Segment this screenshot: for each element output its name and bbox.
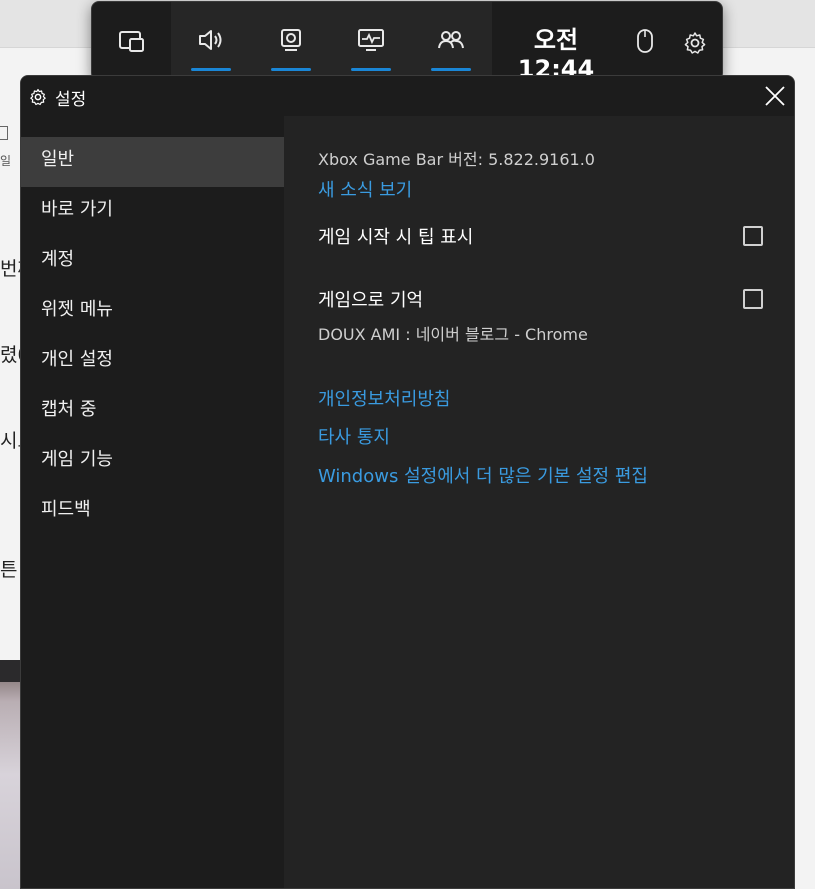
- third-party-notices-link[interactable]: 타사 통지: [318, 423, 390, 449]
- background-text-fragment: 시모: [0, 430, 20, 452]
- remember-game-label: 게임으로 기억: [318, 290, 424, 311]
- current-app-name: DOUX AMI: [318, 325, 401, 344]
- widget-menu-icon: [119, 31, 144, 52]
- close-icon: [765, 86, 785, 106]
- version-product: Xbox Game Bar: [318, 150, 444, 169]
- sidebar-item-shortcuts[interactable]: 바로 가기: [21, 187, 284, 237]
- audio-icon: [199, 30, 222, 50]
- close-button[interactable]: [761, 82, 789, 110]
- privacy-policy-link[interactable]: 개인정보처리방침: [318, 385, 450, 411]
- show-tips-label: 게임 시작 시 팁 표시: [318, 227, 474, 248]
- version-info: Xbox Game Bar 버전: 5.822.9161.0: [318, 146, 595, 170]
- mouse-icon: [637, 29, 653, 53]
- capture-icon: [281, 29, 301, 51]
- current-app-title: : 네이버 블로그 - Chrome: [405, 325, 588, 344]
- settings-content-general: Xbox Game Bar 버전: 5.822.9161.0 새 소식 보기 게…: [284, 116, 794, 888]
- capture-active-indicator: [271, 68, 311, 71]
- sidebar-item-gaming-features[interactable]: 게임 기능: [21, 437, 284, 487]
- background-photo-top: [0, 660, 20, 682]
- current-app-info: DOUX AMI : 네이버 블로그 - Chrome: [318, 321, 588, 345]
- version-word: 버전:: [448, 150, 483, 169]
- clock-time: 오전 12:44: [517, 26, 595, 83]
- widget-menu-button[interactable]: [108, 2, 156, 80]
- background-text-fragment: 튼 기: [0, 559, 20, 581]
- sidebar-item-general[interactable]: 일반: [21, 137, 284, 187]
- sidebar-item-widget-menu[interactable]: 위젯 메뉴: [21, 287, 284, 337]
- settings-title-bar[interactable]: 설정: [21, 76, 794, 116]
- background-text-fragment: 일: [0, 154, 12, 168]
- background-photo: [0, 660, 20, 889]
- gear-icon: [30, 88, 46, 106]
- background-text-fragment: 번째: [0, 258, 20, 280]
- version-number: 5.822.9161.0: [488, 150, 595, 169]
- background-checkbox: [0, 126, 8, 140]
- sidebar-item-personalization[interactable]: 개인 설정: [21, 337, 284, 387]
- settings-button[interactable]: [680, 2, 710, 80]
- sidebar-item-capturing[interactable]: 캡처 중: [21, 387, 284, 437]
- show-tips-checkbox[interactable]: [743, 226, 763, 246]
- settings-title: 설정: [55, 90, 87, 110]
- gamebar-toolbar: 오전 12:44: [91, 1, 723, 83]
- whats-new-link[interactable]: 새 소식 보기: [318, 176, 412, 202]
- pin-mouse-button[interactable]: [630, 2, 660, 80]
- settings-window: 설정 일반 바로 가기 계정 위젯 메뉴 개인 설정 캡처 중 게임 기능 피드…: [20, 75, 795, 889]
- xbox-social-widget-button[interactable]: [411, 2, 491, 80]
- performance-widget-button[interactable]: [331, 2, 411, 80]
- remember-game-checkbox[interactable]: [743, 289, 763, 309]
- audio-widget-button[interactable]: [171, 2, 251, 80]
- xbox-social-icon: [438, 31, 464, 49]
- performance-active-indicator: [351, 68, 391, 71]
- widget-group: [171, 2, 492, 80]
- settings-sidebar: 일반 바로 가기 계정 위젯 메뉴 개인 설정 캡처 중 게임 기능 피드백: [21, 116, 284, 888]
- performance-icon: [358, 29, 384, 51]
- capture-widget-button[interactable]: [251, 2, 331, 80]
- audio-active-indicator: [191, 68, 231, 71]
- background-text-fragment: 렸0: [0, 344, 20, 366]
- windows-settings-link[interactable]: Windows 설정에서 더 많은 기본 설정 편집: [318, 462, 648, 488]
- sidebar-item-feedback[interactable]: 피드백: [21, 487, 284, 537]
- gear-icon: [684, 32, 706, 54]
- xbox-social-active-indicator: [431, 68, 471, 71]
- sidebar-item-accounts[interactable]: 계정: [21, 237, 284, 287]
